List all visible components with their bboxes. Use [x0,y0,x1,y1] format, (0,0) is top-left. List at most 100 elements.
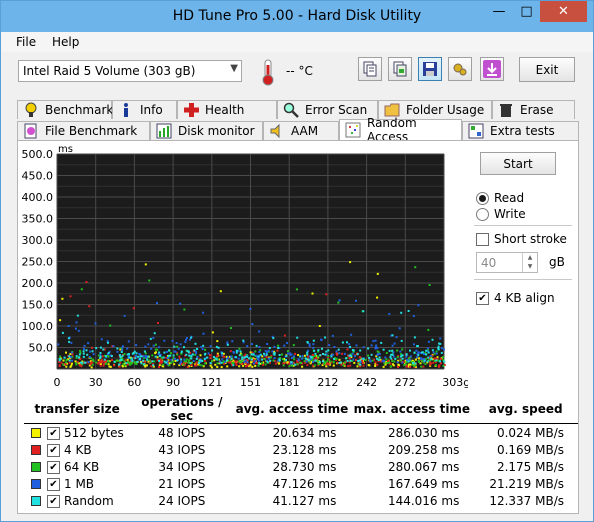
tab-random-access[interactable]: Random Access [339,116,462,144]
scatter-point-4-kb [325,293,328,296]
scatter-point-random [142,359,145,362]
menu-file[interactable]: File [16,35,36,49]
download-button[interactable] [480,57,504,81]
menu-help[interactable]: Help [52,35,79,49]
minimize-button[interactable]: — [485,1,513,22]
scatter-point-1-mb [273,357,276,360]
scatter-point-1-mb [352,358,355,361]
scatter-point-random [376,357,378,360]
scatter-point-1-mb [312,346,315,349]
options-icon [453,63,467,76]
scatter-point-random [314,359,317,362]
scatter-point-random [131,359,134,362]
scatter-point-random [120,358,123,361]
scatter-point-4-kb [376,363,379,366]
tab-file-benchmark[interactable]: File Benchmark [17,121,150,140]
short-stroke-checkbox[interactable]: Short stroke [476,232,567,246]
exit-button[interactable]: Exit [519,57,575,82]
short-stroke-box [476,232,489,246]
x-tick-label: 151 [240,376,261,389]
scatter-point-64-kb [418,360,421,363]
tab-disk-monitor[interactable]: Disk monitor [150,121,263,140]
close-button[interactable]: ✕ [540,1,587,22]
scatter-point-64-kb [317,355,320,358]
scatter-point-random [120,351,123,353]
header-ops: operations / sec [130,395,234,424]
scatter-point-random [255,344,258,347]
scatter-point-512-bytes [65,365,68,368]
scatter-point-random [299,355,301,358]
tab-info[interactable]: Info [112,100,177,119]
title-bar[interactable]: HD Tune Pro 5.00 - Hard Disk Utility — □… [1,1,593,32]
write-radio[interactable]: Write [476,207,526,221]
options-button[interactable] [448,57,472,81]
drive-select[interactable]: Intel Raid 5 Volume (303 gB) ▼ [18,60,242,82]
scatter-point-64-kb [405,361,408,364]
series-checkbox[interactable]: ✔ [47,460,60,474]
series-checkbox[interactable]: ✔ [47,443,60,457]
scatter-point-1-mb [77,329,80,332]
scatter-point-random [191,353,194,356]
ops-value: 43 IOPS [158,442,206,457]
extra-tests-icon [468,123,484,139]
tab-benchmark[interactable]: Benchmark [17,100,113,119]
scatter-point-random [140,362,143,365]
read-radio[interactable]: Read [476,191,524,205]
scatter-point-64-kb [281,358,284,361]
scatter-point-1-mb [264,349,267,352]
start-button[interactable]: Start [480,152,556,175]
scatter-point-64-kb [413,364,415,367]
align-checkbox[interactable]: ✔ 4 KB align [476,291,555,305]
scatter-point-1-mb [301,355,304,357]
scatter-point-random [214,357,217,360]
tab-label: Info [140,103,163,117]
series-checkbox[interactable]: ✔ [47,477,60,491]
tab-error-scan[interactable]: Error Scan [277,100,378,119]
scatter-point-random [195,357,198,360]
scatter-point-random [169,354,172,357]
scatter-point-1-mb [202,332,205,335]
scatter-point-64-kb [386,361,389,364]
scatter-point-random [330,355,333,358]
scatter-point-random [304,357,307,360]
copy-screenshot-button[interactable] [388,57,412,81]
scatter-point-1-mb [429,355,432,357]
scatter-point-random [152,364,155,367]
y-tick-label: 150.0 [22,299,54,312]
scatter-point-random [102,348,105,351]
spinner-arrows-icon[interactable]: ▲ ▼ [522,253,537,272]
tab-aam[interactable]: AAM [263,121,339,140]
series-checkbox[interactable]: ✔ [47,494,60,508]
copy-text-button[interactable] [358,57,382,81]
scatter-point-1-mb [372,340,375,343]
scatter-point-random [278,354,281,356]
scatter-point-random [368,356,371,359]
save-button[interactable] [418,57,442,81]
scatter-point-1-mb [338,352,341,355]
scatter-point-1-mb [70,341,73,344]
scatter-point-random [296,336,299,339]
scatter-point-4-kb [294,352,296,355]
maximize-button[interactable]: □ [513,1,540,22]
scatter-point-1-mb [426,347,429,350]
scatter-point-1-mb [253,362,255,365]
tab-erase[interactable]: Erase [492,100,575,119]
scatter-point-random [322,360,324,363]
y-tick-label: 300.0 [22,234,54,247]
write-label: Write [494,207,526,221]
scatter-point-1-mb [83,344,86,347]
app-window: HD Tune Pro 5.00 - Hard Disk Utility — □… [0,0,594,522]
scatter-point-random [370,353,373,356]
scatter-point-random [277,347,280,349]
scatter-point-64-kb [286,350,289,353]
scatter-point-random [407,360,410,363]
tab-extra-tests[interactable]: Extra tests [462,121,579,140]
scatter-point-random [194,342,197,345]
tab-health[interactable]: Health [177,100,277,119]
y-tick-label: 250.0 [22,256,54,269]
scatter-point-512-bytes [144,263,147,266]
tab-label: Folder Usage [406,103,485,117]
series-checkbox[interactable]: ✔ [47,426,60,440]
scatter-point-random [132,351,135,354]
stroke-size-input[interactable]: 40 ▲ ▼ [476,252,538,273]
